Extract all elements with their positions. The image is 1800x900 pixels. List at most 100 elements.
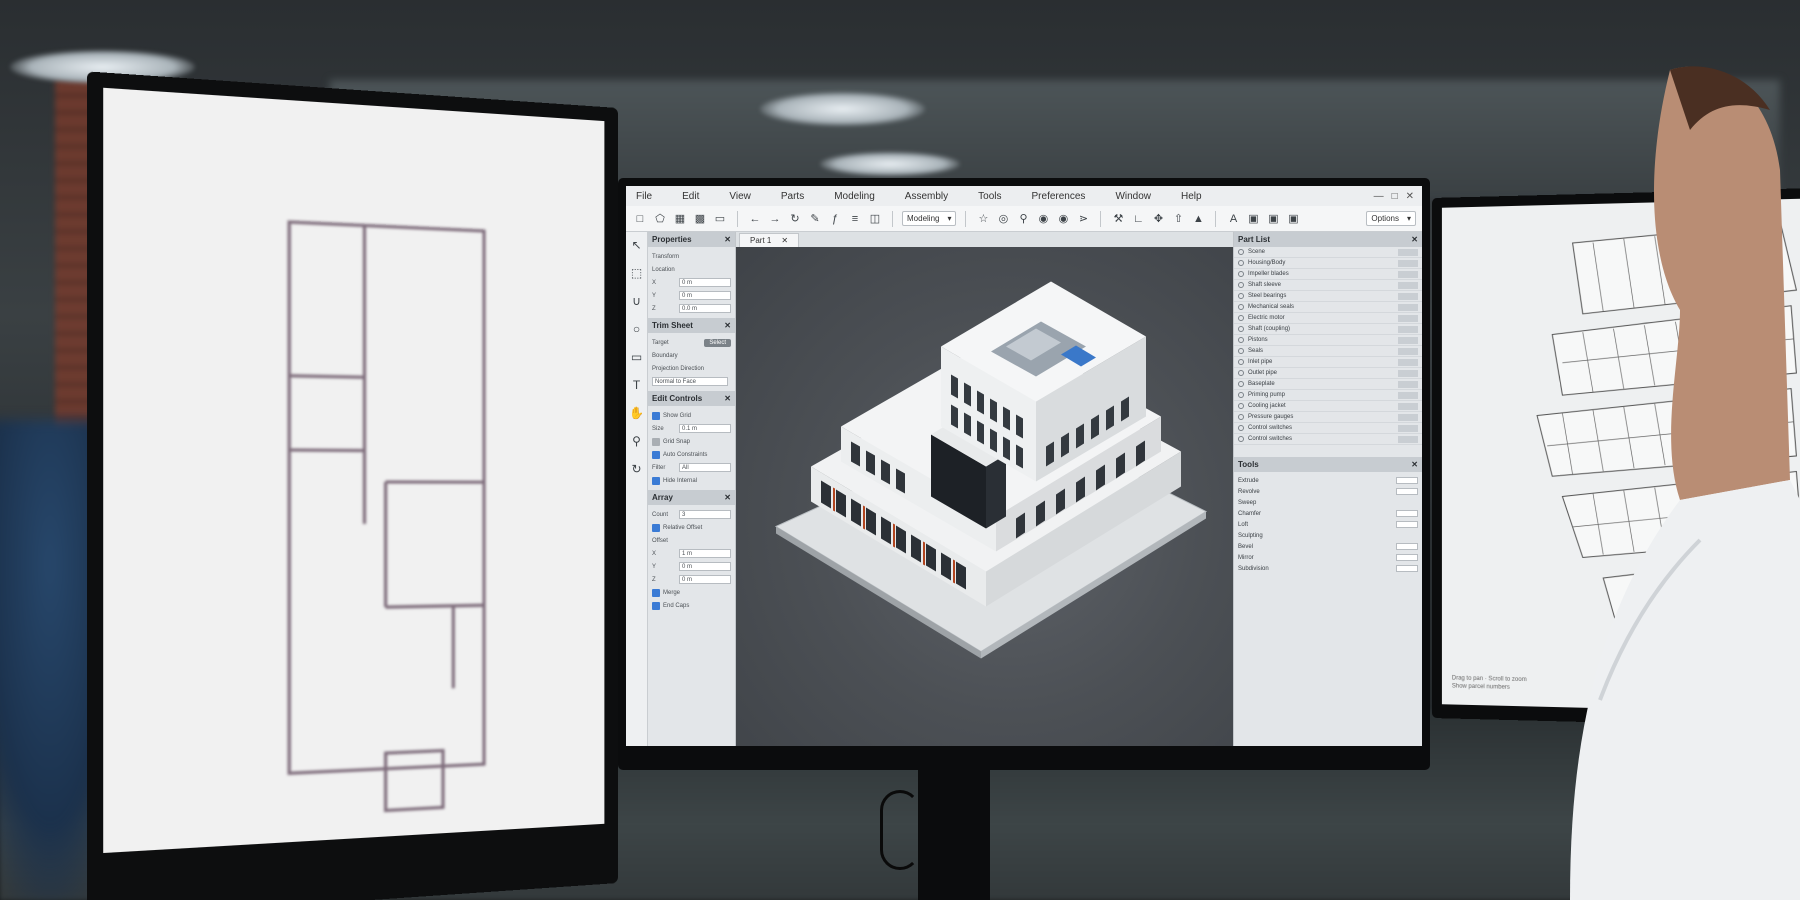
layout-1-icon[interactable]: ▣ xyxy=(1245,211,1261,227)
visibility-icon[interactable] xyxy=(1238,370,1244,376)
part-list-item[interactable]: Shaft (coupling) xyxy=(1234,324,1422,335)
close-icon[interactable]: ✕ xyxy=(724,235,731,244)
count-field[interactable]: 3 xyxy=(679,510,731,519)
hierarchy-icon[interactable]: ▲ xyxy=(1190,211,1206,227)
mode-select[interactable]: Modeling ▾ xyxy=(902,211,956,226)
part-list-item[interactable]: Priming pump xyxy=(1234,390,1422,401)
location-z-field[interactable]: 0.0 m xyxy=(679,304,731,313)
move-icon[interactable]: ✥ xyxy=(1150,211,1166,227)
close-icon[interactable]: ✕ xyxy=(1406,191,1414,202)
close-icon[interactable]: ✕ xyxy=(724,321,731,330)
menu-modeling[interactable]: Modeling xyxy=(834,191,875,202)
tool-item[interactable]: Mirror xyxy=(1234,552,1422,563)
part-list-item[interactable]: Mechanical seals xyxy=(1234,302,1422,313)
tool-setting[interactable] xyxy=(1396,477,1418,484)
merge-checkbox[interactable] xyxy=(652,589,660,597)
visibility-icon[interactable] xyxy=(1238,326,1244,332)
select-button[interactable]: Select xyxy=(704,339,731,347)
undo-icon[interactable]: ← xyxy=(747,211,763,227)
show-grid-checkbox[interactable] xyxy=(652,412,660,420)
part-list-item[interactable]: Scene xyxy=(1234,247,1422,258)
part-list-item[interactable]: Control switches xyxy=(1234,434,1422,445)
tool-setting[interactable] xyxy=(1396,521,1418,528)
visibility-icon[interactable] xyxy=(1238,304,1244,310)
visibility-icon[interactable] xyxy=(1238,436,1244,442)
tool-item[interactable]: Sculpting xyxy=(1234,530,1422,541)
close-icon[interactable]: ✕ xyxy=(1411,460,1418,469)
part-list-item[interactable]: Cooling jacket xyxy=(1234,401,1422,412)
menu-view[interactable]: View xyxy=(729,191,751,202)
visibility-icon[interactable] xyxy=(1238,282,1244,288)
zoom-icon[interactable]: ⚲ xyxy=(632,434,641,448)
part-list-item[interactable]: Pressure gauges xyxy=(1234,412,1422,423)
tool-item[interactable]: Bevel xyxy=(1234,541,1422,552)
grid-snap-checkbox[interactable] xyxy=(652,438,660,446)
share-icon[interactable]: ⋗ xyxy=(1075,211,1091,227)
tool-item[interactable]: Chamfer xyxy=(1234,508,1422,519)
orbit-icon[interactable]: ↻ xyxy=(631,462,641,476)
close-icon[interactable]: ✕ xyxy=(724,493,731,502)
menu-help[interactable]: Help xyxy=(1181,191,1202,202)
target-icon[interactable]: ◎ xyxy=(995,211,1011,227)
minimize-icon[interactable]: — xyxy=(1374,191,1384,202)
part-list-item[interactable]: Pistons xyxy=(1234,335,1422,346)
visibility-icon[interactable] xyxy=(1238,249,1244,255)
part-list-item[interactable]: Impeller blades xyxy=(1234,269,1422,280)
part-list-item[interactable]: Control switches xyxy=(1234,423,1422,434)
part-list-item[interactable]: Electric motor xyxy=(1234,313,1422,324)
part-list-item[interactable]: Outlet pipe xyxy=(1234,368,1422,379)
projection-select[interactable]: Normal to Face xyxy=(652,377,728,386)
eye-icon[interactable]: ◉ xyxy=(1055,211,1071,227)
end-caps-checkbox[interactable] xyxy=(652,602,660,610)
close-icon[interactable]: ✕ xyxy=(781,236,788,245)
location-x-field[interactable]: 0 m xyxy=(679,278,731,287)
hand-icon[interactable]: ✋ xyxy=(629,406,644,420)
visibility-icon[interactable] xyxy=(1238,381,1244,387)
star-icon[interactable]: ☆ xyxy=(975,211,991,227)
menu-window[interactable]: Window xyxy=(1115,191,1151,202)
layout-2-icon[interactable]: ▣ xyxy=(1265,211,1281,227)
layer-icon[interactable]: ▭ xyxy=(712,211,728,227)
lasso-icon[interactable]: ∪ xyxy=(632,294,641,308)
offset-z-field[interactable]: 0 m xyxy=(679,575,731,584)
export-icon[interactable]: ⇧ xyxy=(1170,211,1186,227)
maximize-icon[interactable]: □ xyxy=(1392,191,1398,202)
marker-icon[interactable]: ◉ xyxy=(1035,211,1051,227)
snap-icon[interactable]: ◫ xyxy=(867,211,883,227)
tool-setting[interactable] xyxy=(1396,543,1418,550)
visibility-icon[interactable] xyxy=(1238,337,1244,343)
menu-file[interactable]: File xyxy=(636,191,652,202)
align-icon[interactable]: ≡ xyxy=(847,211,863,227)
rotate-icon[interactable]: ↻ xyxy=(787,211,803,227)
menu-edit[interactable]: Edit xyxy=(682,191,699,202)
visibility-icon[interactable] xyxy=(1238,260,1244,266)
offset-y-field[interactable]: 0 m xyxy=(679,562,731,571)
rectangle-icon[interactable]: ▭ xyxy=(631,350,642,364)
filter-select[interactable]: All xyxy=(679,463,731,472)
location-y-field[interactable]: 0 m xyxy=(679,291,731,300)
visibility-icon[interactable] xyxy=(1238,403,1244,409)
menu-parts[interactable]: Parts xyxy=(781,191,804,202)
save-icon[interactable]: ▩ xyxy=(692,211,708,227)
visibility-icon[interactable] xyxy=(1238,315,1244,321)
redo-icon[interactable]: → xyxy=(767,211,783,227)
layout-3-icon[interactable]: ▣ xyxy=(1285,211,1301,227)
auto-constraints-checkbox[interactable] xyxy=(652,451,660,459)
offset-x-field[interactable]: 1 m xyxy=(679,549,731,558)
tool-item[interactable]: Subdivision xyxy=(1234,563,1422,574)
part-list-item[interactable]: Shaft sleeve xyxy=(1234,280,1422,291)
cube-icon[interactable]: ⬠ xyxy=(652,211,668,227)
menu-preferences[interactable]: Preferences xyxy=(1032,191,1086,202)
tool-item[interactable]: Sweep xyxy=(1234,497,1422,508)
visibility-icon[interactable] xyxy=(1238,293,1244,299)
tool-item[interactable]: Loft xyxy=(1234,519,1422,530)
measure-icon[interactable]: ∟ xyxy=(1130,211,1146,227)
circle-icon[interactable]: ○ xyxy=(633,322,640,336)
marquee-icon[interactable]: ⬚ xyxy=(631,266,642,280)
text-icon[interactable]: A xyxy=(1225,211,1241,227)
options-select[interactable]: Options ▾ xyxy=(1366,211,1416,226)
visibility-icon[interactable] xyxy=(1238,392,1244,398)
close-icon[interactable]: ✕ xyxy=(724,394,731,403)
tool-setting[interactable] xyxy=(1396,488,1418,495)
menu-assembly[interactable]: Assembly xyxy=(905,191,948,202)
